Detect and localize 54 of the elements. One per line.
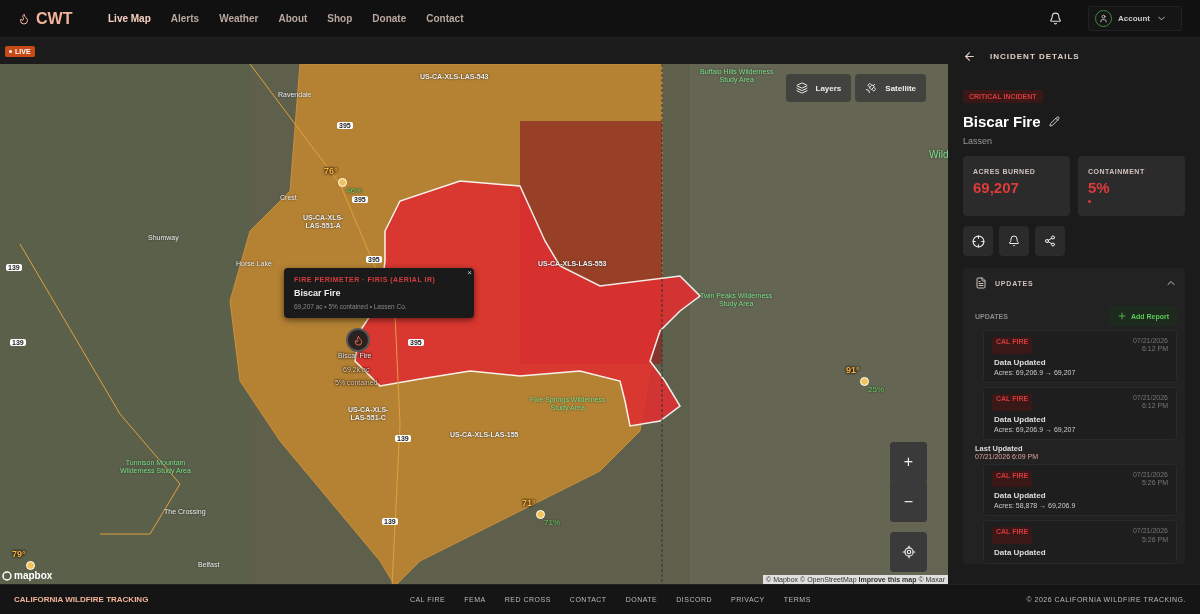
update-title: Data Updated — [993, 414, 1047, 424]
locate-button[interactable] — [890, 532, 927, 572]
update-title: Data Updated — [993, 548, 1047, 558]
subscribe-bell-button[interactable] — [999, 226, 1029, 256]
temperature-label: 91° — [846, 365, 860, 375]
map-layer-button[interactable]: Layers — [785, 74, 852, 102]
locate-icon — [971, 234, 985, 248]
zoom-in-button[interactable]: + — [890, 442, 927, 482]
account-menu-button[interactable]: Account — [1088, 6, 1182, 31]
brand-logo[interactable]: CWT — [36, 9, 73, 28]
stat-value: 69,207 — [973, 179, 1020, 196]
stat-value: 5% — [1088, 179, 1111, 196]
weather-station-dot[interactable] — [26, 561, 35, 570]
county-label: Lassen — [963, 136, 994, 146]
nav-link[interactable]: Weather — [209, 13, 269, 24]
humidity-label: 25% — [868, 385, 884, 394]
temperature-label: 71° — [522, 498, 536, 508]
temperature-label: 76° — [324, 166, 338, 176]
nav-link[interactable]: Live Map — [98, 13, 161, 24]
document-icon — [975, 277, 987, 289]
locate-icon — [901, 545, 916, 559]
mapbox-logo[interactable]: mapbox — [2, 570, 53, 581]
footer-brand: CALIFORNIA WILDFIRE TRACKING — [14, 595, 150, 604]
popup-title: Biscar Fire — [294, 288, 342, 298]
back-arrow-icon[interactable] — [963, 49, 976, 63]
layers-icon — [795, 82, 808, 94]
map-place-label: Wild — [929, 149, 948, 161]
map-layer-button[interactable]: Satellite — [855, 74, 926, 102]
edit-pencil-icon[interactable] — [1048, 116, 1060, 127]
weather-station-dot[interactable] — [860, 377, 869, 386]
panel-heading: INCIDENT DETAILS — [990, 51, 1080, 61]
popup-close-button[interactable]: × — [467, 268, 472, 277]
nav-link[interactable]: About — [268, 13, 318, 24]
plus-icon — [1116, 311, 1127, 321]
weather-station-dot[interactable] — [536, 510, 545, 519]
locate-incident-button[interactable] — [963, 226, 993, 256]
humidity-label: 71% — [544, 518, 560, 527]
share-button[interactable] — [1035, 226, 1065, 256]
satellite-icon — [865, 82, 878, 94]
nav-link[interactable]: Contact — [416, 13, 474, 24]
humidity-label: 46% — [346, 186, 362, 195]
nav-link[interactable]: Shop — [317, 13, 363, 24]
temperature-label: 79° — [12, 549, 26, 559]
nav-link[interactable]: Alerts — [160, 13, 210, 24]
bell-icon — [1008, 235, 1020, 247]
flame-icon — [18, 12, 30, 25]
weather-station-dot[interactable] — [338, 178, 347, 187]
zoom-out-button[interactable]: − — [890, 482, 927, 522]
update-title: Data Updated — [993, 357, 1047, 367]
incident-title: Biscar Fire — [963, 113, 1041, 130]
update-title: Data Updated — [993, 491, 1047, 501]
notification-bell-icon[interactable] — [1049, 12, 1062, 25]
share-icon — [1044, 235, 1056, 247]
nav-link[interactable]: Donate — [362, 13, 417, 24]
